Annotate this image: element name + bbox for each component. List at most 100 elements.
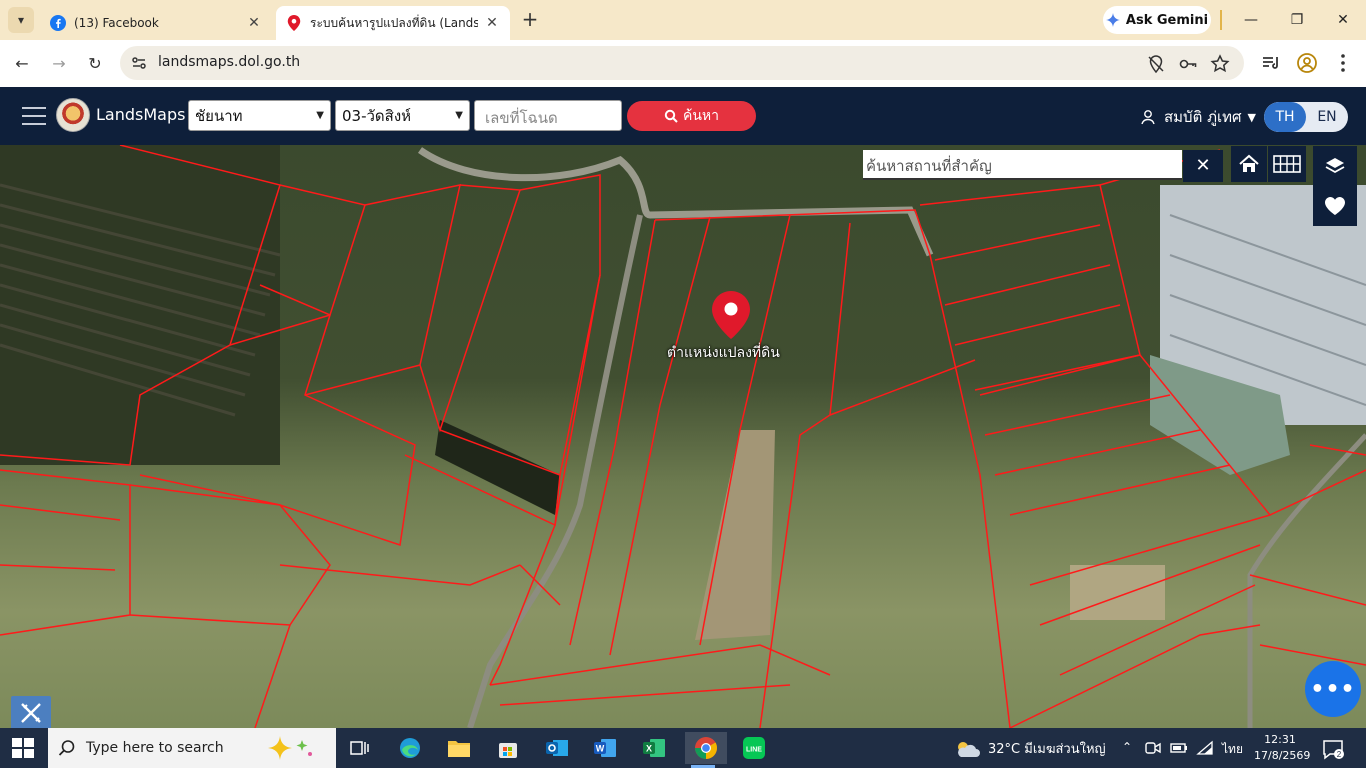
wifi-icon[interactable] [1196,740,1214,756]
search-button[interactable]: ค้นหา [627,101,756,131]
weather-text: 32°C มีเมฆส่วนใหญ่ [988,742,1106,757]
app-header: LandsMaps ชัยนาท ▼ 03-วัดสิงห์ ▼ เลขที่โ… [0,87,1366,145]
user-name: สมบัติ ภู่เทศ [1164,108,1242,126]
map-pin-icon [286,15,302,31]
brand-name: LandsMaps [96,105,186,124]
word-icon[interactable]: W [587,732,623,764]
clear-search-button[interactable]: ✕ [1183,150,1223,182]
search-icon [664,109,678,123]
district-value: 03-วัดสิงห์ [342,106,412,125]
media-controls-icon[interactable] [1260,52,1282,74]
input-language[interactable]: ไทย [1222,740,1243,759]
tab-facebook[interactable]: (13) Facebook ✕ [40,6,272,40]
close-window-icon[interactable]: ✕ [1320,0,1366,40]
url-text: landsmaps.dol.go.th [158,54,301,70]
chrome-icon[interactable] [685,732,727,768]
grid-icon [1273,155,1301,173]
notification-count: 2 [1337,750,1342,759]
reload-icon[interactable]: ↻ [83,52,107,76]
place-search-input[interactable]: ค้นหาสถานที่สำคัญ [863,150,1182,180]
excel-icon[interactable]: X [636,732,672,764]
deed-number-input[interactable]: เลขที่โฉนด [474,100,622,131]
province-select[interactable]: ชัยนาท ▼ [188,100,331,131]
user-menu[interactable]: สมบัติ ภู่เทศ ▼ [1140,105,1256,129]
measure-tool-button[interactable] [11,696,51,728]
browser-tab-bar: ▾ (13) Facebook ✕ ระบบค้นหารูปแปลงที่ดิน… [0,0,1366,40]
taskbar-search[interactable]: Type here to search [48,728,336,768]
new-tab-button[interactable]: + [518,8,542,32]
home-button[interactable] [1231,146,1267,182]
clock-date: 17/8/2569 [1254,749,1311,762]
more-options-button[interactable]: ••• [1305,661,1361,717]
heart-icon [1325,197,1345,215]
language-toggle[interactable]: TH EN [1264,102,1348,132]
taskbar-search-placeholder: Type here to search [86,740,224,756]
notification-icon[interactable]: 2 [1322,738,1344,760]
file-explorer-icon[interactable] [441,732,477,764]
search-label: ค้นหา [682,108,720,124]
parcel-layer [0,145,1366,728]
svg-text:X: X [646,744,652,754]
ask-gemini-button[interactable]: Ask Gemini [1103,6,1211,34]
dol-logo [56,98,90,132]
battery-icon[interactable] [1170,740,1188,756]
store-icon[interactable] [490,732,526,764]
chevron-down-icon: ▼ [316,110,324,121]
weather-widget[interactable]: 32°C มีเมฆส่วนใหญ่ [954,738,1106,759]
satellite-map[interactable]: ค้นหาสถานที่สำคัญ ✕ ตำแหน่งแปลงที่ดิน ••… [0,145,1366,728]
tab-landsmaps[interactable]: ระบบค้นหารูปแปลงที่ดิน (LandsMaps) ✕ [276,6,510,40]
menu-icon[interactable] [22,107,46,125]
tab-title: ระบบค้นหารูปแปลงที่ดิน (LandsMaps) [310,15,478,30]
chevron-down-icon: ▼ [455,110,463,121]
chevron-up-icon[interactable]: ⌃ [1122,740,1132,754]
more-menu-icon[interactable] [1332,52,1354,74]
minimize-icon[interactable]: — [1228,0,1274,40]
tools-icon [21,703,41,723]
tab-title: (13) Facebook [74,16,159,30]
facebook-icon [50,15,66,31]
address-bar[interactable]: landsmaps.dol.go.th [120,46,1244,80]
meet-now-icon[interactable] [1144,740,1162,756]
province-value: ชัยนาท [195,106,243,125]
cloud-icon [958,741,980,757]
home-icon [1239,154,1259,172]
system-clock[interactable]: 12:31 17/8/2569 [1254,732,1311,764]
lang-th-button[interactable]: TH [1264,102,1306,132]
close-tab-icon[interactable]: ✕ [484,15,500,31]
task-view-icon[interactable] [342,732,378,764]
layers-icon [1325,158,1345,174]
favorites-button[interactable] [1313,186,1357,226]
windows-taskbar: Type here to search W X LINE 32°C มีเมฆส… [0,728,1366,768]
svg-text:W: W [596,744,605,754]
key-icon[interactable] [1178,54,1198,74]
tab-bar-divider [1220,10,1222,30]
bookmark-star-icon[interactable] [1210,54,1230,74]
line-app-icon[interactable]: LINE [736,732,772,764]
forward-icon[interactable]: → [47,52,71,76]
clock-time: 12:31 [1264,733,1296,746]
grid-button[interactable] [1268,146,1306,182]
gemini-icon [1105,13,1120,27]
lang-en-button[interactable]: EN [1306,102,1348,132]
window-controls: — ❐ ✕ [1228,0,1366,40]
outlook-icon[interactable] [539,732,575,764]
back-icon[interactable]: ← [10,52,34,76]
district-select[interactable]: 03-วัดสิงห์ ▼ [335,100,470,131]
tab-list-button[interactable]: ▾ [8,7,34,33]
chevron-down-icon: ▼ [1247,110,1256,124]
browser-toolbar: ← → ↻ landsmaps.dol.go.th [0,40,1366,87]
windows-start-icon[interactable] [12,738,34,758]
marker-label: ตำแหน่งแปลงที่ดิน [667,345,780,361]
map-pin-icon[interactable] [712,291,750,339]
location-blocked-icon[interactable] [1146,54,1166,74]
profile-icon[interactable] [1296,52,1318,74]
close-tab-icon[interactable]: ✕ [246,15,262,31]
site-settings-icon[interactable] [130,54,148,72]
user-icon [1141,110,1155,125]
layers-button[interactable] [1313,146,1357,186]
svg-text:LINE: LINE [746,747,762,754]
sparkle-icon [268,736,312,760]
edge-icon[interactable] [392,732,428,764]
search-icon [58,740,75,756]
restore-icon[interactable]: ❐ [1274,0,1320,40]
